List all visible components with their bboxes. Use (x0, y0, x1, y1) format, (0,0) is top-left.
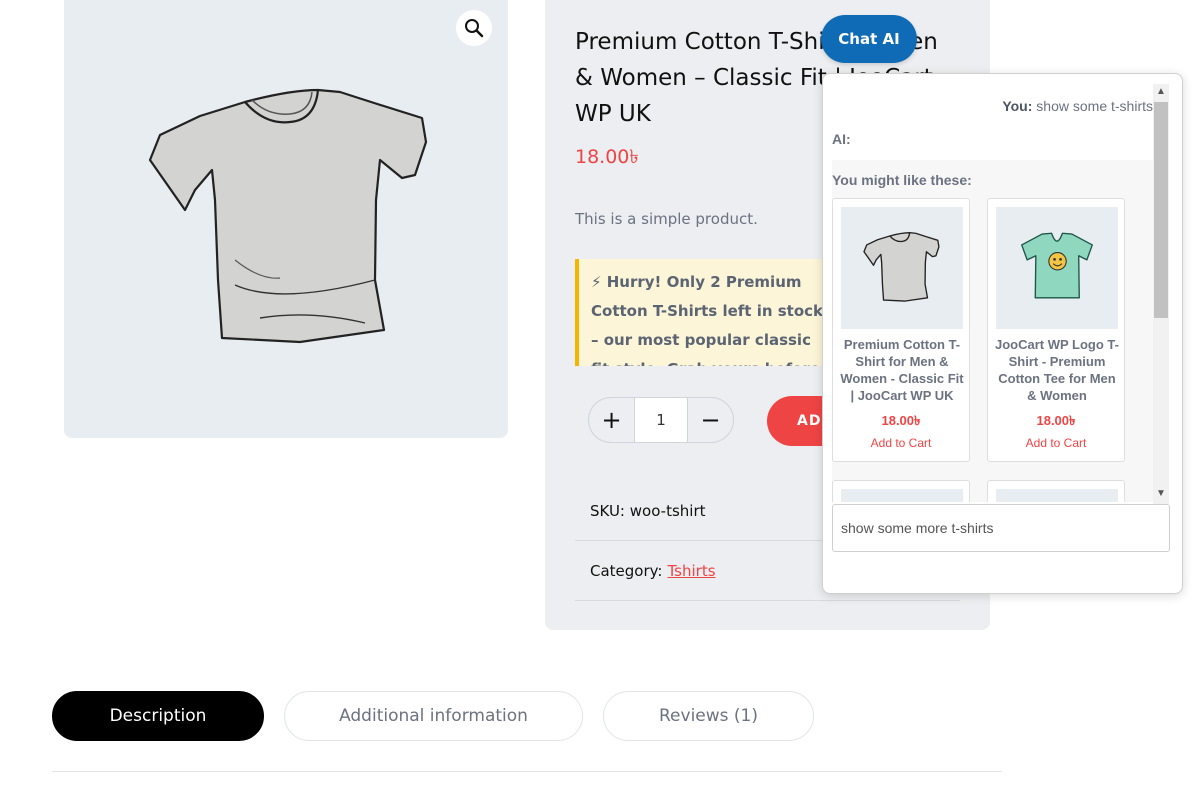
chat-message-input[interactable] (832, 504, 1170, 552)
minus-icon: − (700, 406, 721, 434)
user-prefix: You: (1002, 98, 1033, 114)
suggested-product-card[interactable]: Premium Cotton T-Shirt for Men & Women -… (832, 198, 970, 462)
chat-ai-toggle-button[interactable]: Chat AI (821, 15, 917, 63)
suggested-product-image[interactable] (996, 489, 1118, 502)
quantity-input[interactable] (634, 398, 688, 442)
quantity-stepper: + − (588, 397, 734, 443)
decrease-quantity-button[interactable]: − (688, 398, 733, 442)
user-message: You: show some t-shirts (1002, 98, 1153, 114)
suggested-product-price: 18.00৳ (1036, 413, 1076, 428)
tabs-divider (52, 771, 1002, 772)
category-label: Category: (590, 561, 663, 580)
suggested-add-to-cart-link[interactable]: Add to Cart (988, 436, 1124, 450)
tab-additional-information[interactable]: Additional information (284, 691, 583, 741)
category-link[interactable]: Tshirts (667, 562, 715, 580)
suggested-product-card[interactable]: JooCart WP Logo T-Shirt - Premium Cotton… (987, 198, 1125, 462)
suggested-product-name[interactable]: Premium Cotton T-Shirt for Men & Women -… (839, 336, 965, 404)
sku-label: SKU: (590, 501, 625, 520)
suggested-product-card-partial[interactable] (987, 480, 1125, 502)
product-price: 18.00৳ (575, 146, 639, 168)
zoom-button[interactable] (456, 10, 492, 46)
scroll-up-arrow-icon[interactable]: ▲ (1153, 84, 1169, 100)
ai-prefix: AI: (832, 131, 851, 147)
suggested-product-image[interactable] (841, 207, 963, 329)
stock-urgency-notice: ⚡ Hurry! Only 2 Premium Cotton T-Shirts … (575, 259, 825, 366)
chat-scrollbar[interactable]: ▲ ▼ (1153, 84, 1169, 504)
suggested-product-name[interactable]: JooCart WP Logo T-Shirt - Premium Cotton… (994, 336, 1120, 404)
magnifier-icon (465, 19, 484, 38)
increase-quantity-button[interactable]: + (589, 398, 634, 442)
suggested-product-image[interactable] (841, 489, 963, 502)
suggested-add-to-cart-link[interactable]: Add to Cart (833, 436, 969, 450)
scroll-down-arrow-icon[interactable]: ▼ (1153, 486, 1169, 502)
tab-reviews[interactable]: Reviews (1) (603, 691, 814, 741)
suggestions-heading: You might like these: (832, 172, 972, 188)
chat-message-list[interactable]: You: show some t-shirts AI: You might li… (823, 74, 1153, 502)
product-short-description: This is a simple product. (575, 210, 758, 228)
logo-tshirt-icon (1021, 232, 1093, 299)
scrollbar-thumb[interactable] (1154, 102, 1168, 318)
tshirt-icon (863, 232, 940, 302)
product-image-tshirt[interactable] (140, 80, 440, 360)
suggested-product-image[interactable] (996, 207, 1118, 329)
chat-window: You: show some t-shirts AI: You might li… (822, 73, 1183, 594)
tab-description[interactable]: Description (52, 691, 264, 741)
suggested-product-card-partial[interactable] (832, 480, 970, 502)
add-to-cart-label: AD (797, 413, 822, 429)
sku-value: woo-tshirt (629, 501, 706, 520)
ai-response: You might like these: Premium Cotton T-S… (832, 160, 1153, 502)
user-message-text: show some t-shirts (1036, 98, 1153, 114)
suggested-product-price: 18.00৳ (881, 413, 921, 428)
plus-icon: + (601, 406, 622, 434)
